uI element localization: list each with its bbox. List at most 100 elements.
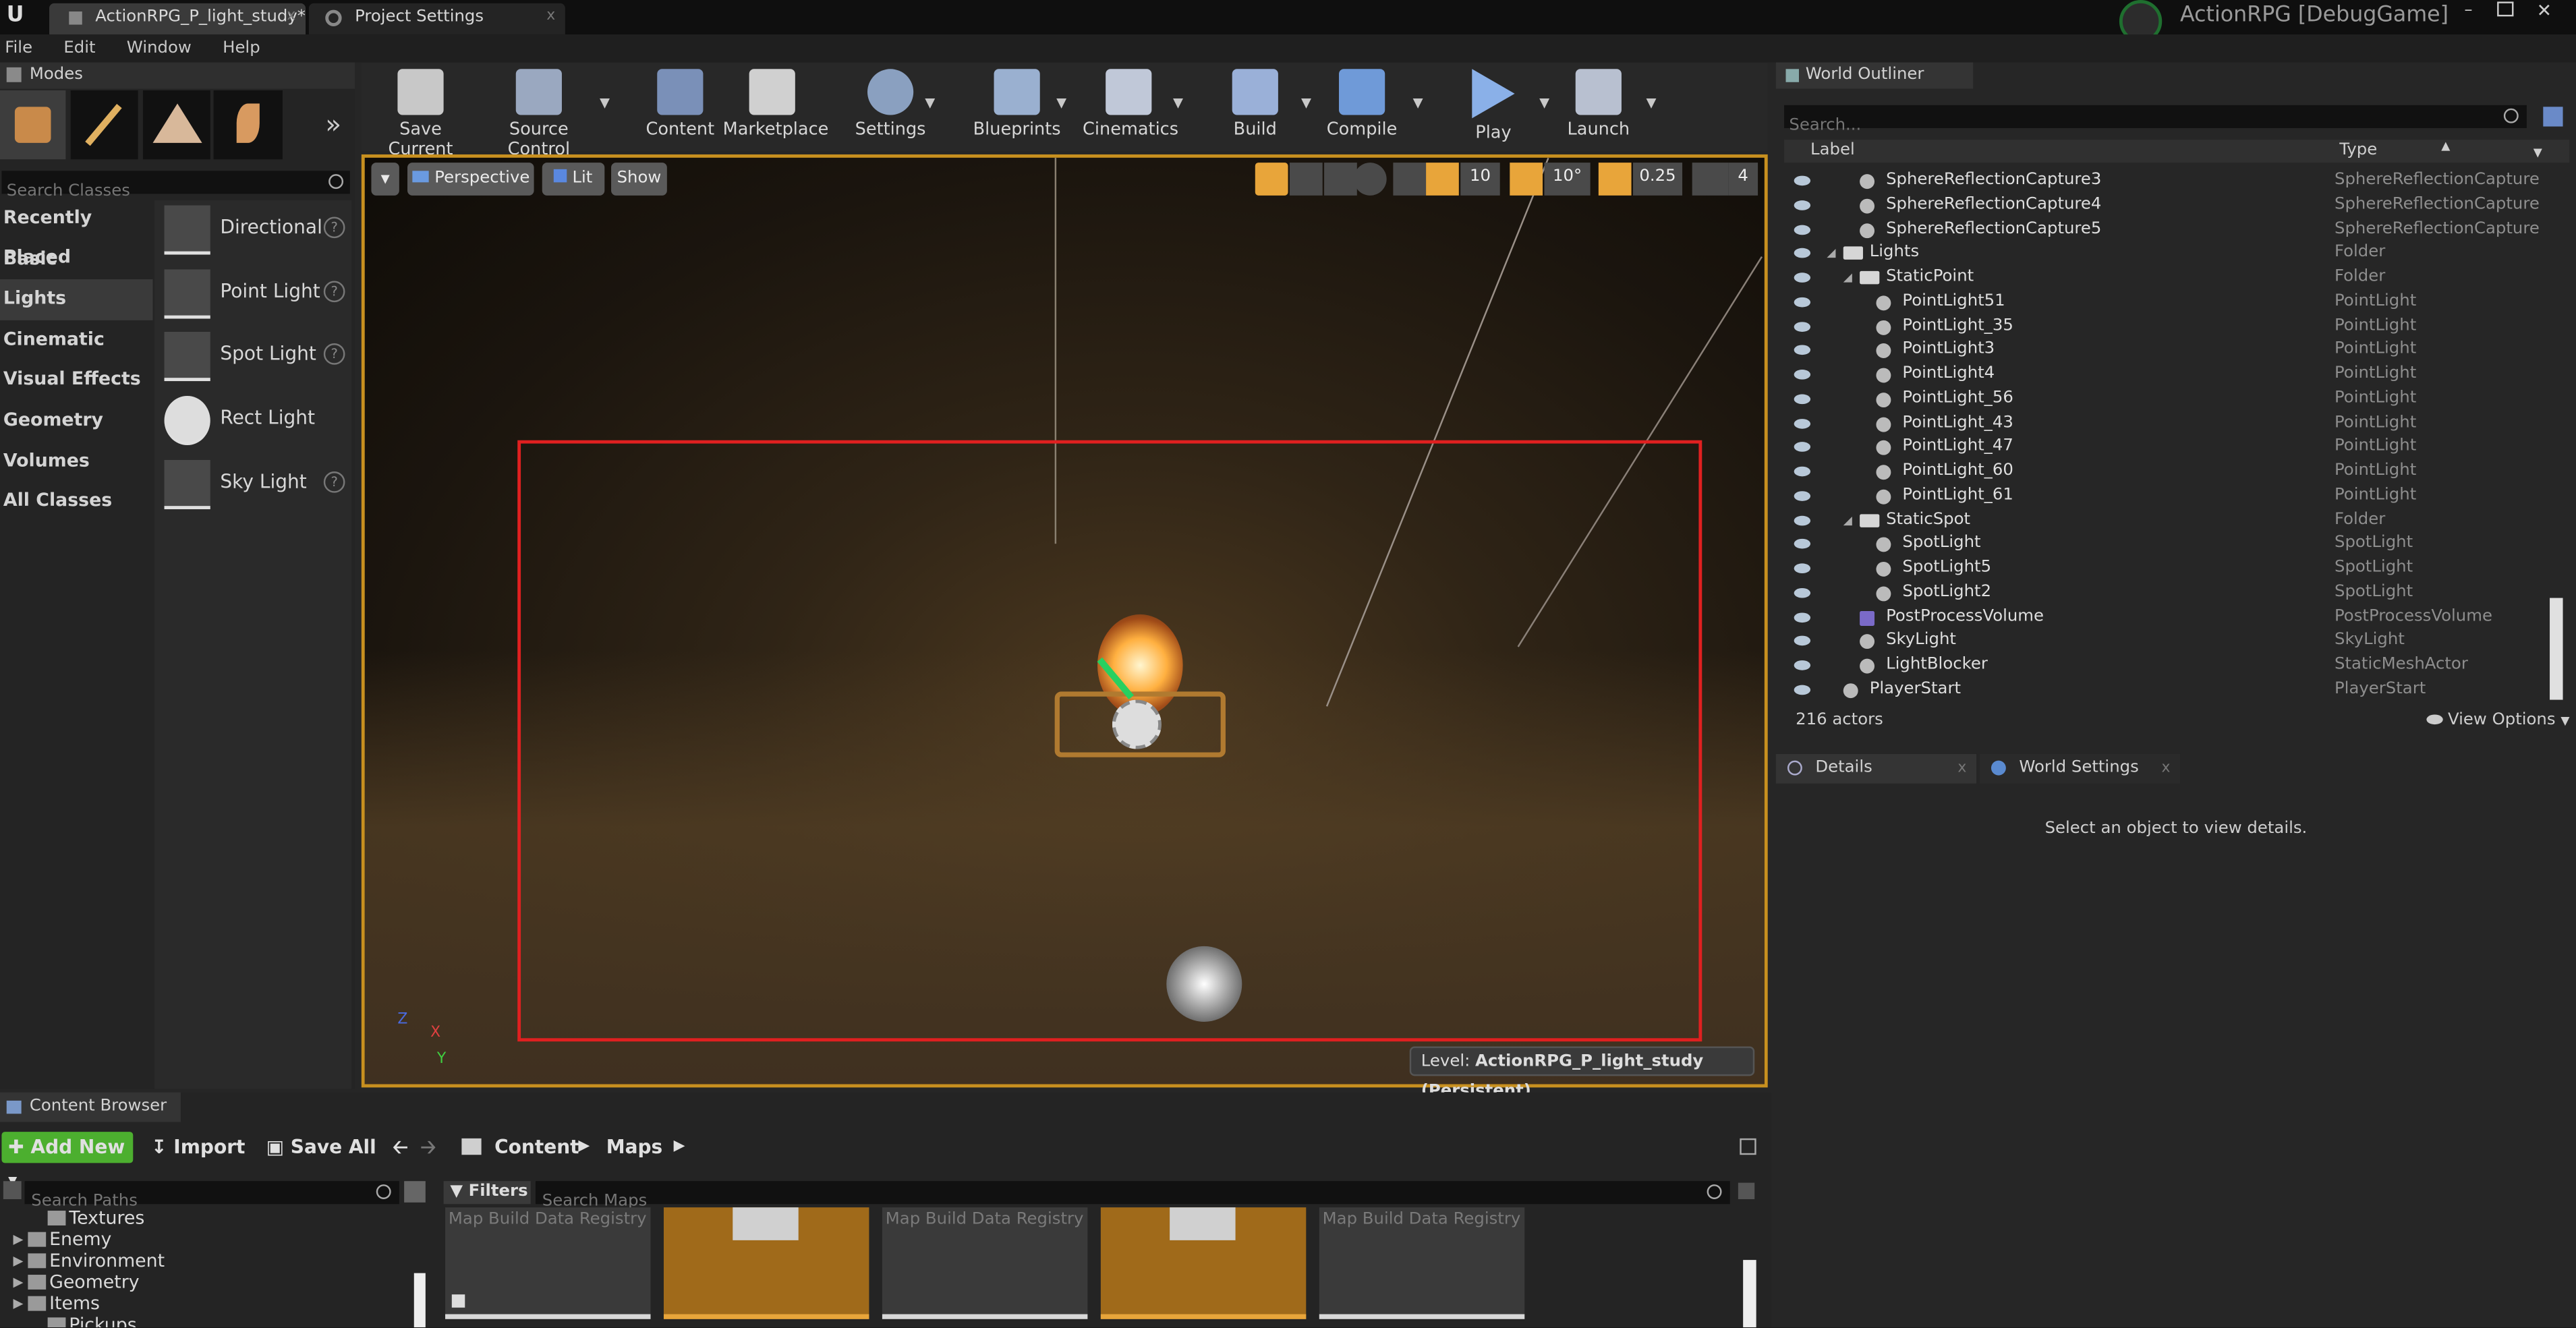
menu-file[interactable]: File (5, 39, 32, 57)
visibility-eye-icon[interactable] (1794, 660, 1811, 670)
content-browser-tab[interactable]: Content Browser (0, 1092, 181, 1122)
expand-arrow-icon[interactable]: ▶ (13, 1271, 23, 1293)
outliner-row[interactable]: PointLight_60 PointLight (1784, 460, 2550, 484)
build-button[interactable]: Build (1219, 65, 1291, 144)
close-icon[interactable]: x (546, 3, 555, 31)
visibility-eye-icon[interactable] (1794, 297, 1811, 307)
outliner-settings-icon[interactable] (2543, 107, 2563, 127)
path-view-options-icon[interactable] (404, 1181, 426, 1203)
surface-snap-icon[interactable] (1393, 163, 1427, 196)
chevron-down-icon[interactable]: ▼ (1413, 95, 1423, 110)
save-search-icon[interactable] (1738, 1182, 1755, 1199)
grid-snap-icon[interactable] (1426, 163, 1459, 196)
visibility-eye-icon[interactable] (1794, 636, 1811, 646)
asset-scrollbar[interactable] (1743, 1260, 1756, 1327)
help-icon[interactable]: ? (323, 280, 345, 302)
path-tree-item[interactable]: ▶ Items (0, 1293, 414, 1315)
camera-speed-value[interactable]: 4 (1728, 163, 1758, 196)
expand-arrow-icon[interactable]: ▶ (13, 1293, 23, 1315)
search-paths-box[interactable] (24, 1181, 399, 1213)
visibility-eye-icon[interactable] (1794, 442, 1811, 453)
chevron-down-icon[interactable]: ▼ (1301, 95, 1311, 110)
viewport-options-button[interactable]: ▼ (371, 163, 399, 196)
close-icon[interactable]: x (2161, 754, 2170, 784)
outliner-row[interactable]: PointLight_56 PointLight (1784, 387, 2550, 411)
tab-project-settings[interactable]: Project Settings x (308, 3, 565, 35)
close-icon[interactable]: x (1957, 754, 1966, 784)
menu-window[interactable]: Window (127, 39, 192, 57)
expand-arrow-icon[interactable]: ▶ (13, 1250, 23, 1271)
visibility-eye-icon[interactable] (1794, 224, 1811, 235)
tab-level[interactable]: ActionRPG_P_light_study* x (49, 3, 306, 35)
scale-snap-value[interactable]: 0.25 (1632, 163, 1683, 196)
mode-foliage-button[interactable] (213, 90, 283, 160)
outliner-row[interactable]: PointLight4 PointLight (1784, 363, 2550, 387)
class-item-sky-light[interactable]: Sky Light? (154, 455, 351, 518)
asset-tile[interactable]: Map Build Data Registry (1319, 1207, 1525, 1319)
history-back-button[interactable]: 🡠 (393, 1132, 408, 1163)
maximize-button[interactable] (2497, 1, 2514, 17)
chevron-down-icon[interactable]: ▼ (600, 95, 610, 110)
world-outliner-tab[interactable]: World Outliner (1775, 62, 1974, 89)
close-icon[interactable]: x (287, 3, 295, 31)
outliner-row[interactable]: PointLight_61 PointLight (1784, 484, 2550, 509)
outliner-row[interactable]: PointLight51 PointLight (1784, 290, 2550, 314)
breadcrumb-maps[interactable]: Maps (606, 1132, 662, 1163)
chevron-down-icon[interactable]: ▼ (1173, 95, 1183, 110)
category-all-classes[interactable]: All Classes (0, 482, 153, 522)
outliner-scrollbar[interactable] (2550, 598, 2563, 700)
cinematics-button[interactable]: Cinematics (1083, 65, 1178, 144)
expand-arrow-icon[interactable]: ▶ (13, 1229, 23, 1250)
import-button[interactable]: ↧ Import (151, 1132, 245, 1163)
outliner-row[interactable]: SpotLight SpotLight (1784, 533, 2550, 557)
mode-paint-button[interactable] (70, 90, 138, 160)
chevron-down-icon[interactable]: ▼ (2534, 141, 2542, 164)
outliner-row[interactable]: LightBlocker StaticMeshActor (1784, 654, 2550, 678)
outliner-row[interactable]: SpotLight2 SpotLight (1784, 581, 2550, 606)
add-new-button[interactable]: ✚ Add New ▼ (1, 1132, 134, 1188)
outliner-row[interactable]: PointLight_47 PointLight (1784, 436, 2550, 460)
save-current-button[interactable]: Save Current (368, 65, 474, 159)
point-light-sprite-icon[interactable] (1112, 699, 1162, 749)
camera-speed-icon[interactable] (1692, 163, 1729, 196)
expand-arrow-icon[interactable]: ◢ (1827, 242, 1835, 266)
rotate-tool-icon[interactable] (1289, 163, 1323, 196)
help-icon[interactable]: ? (323, 343, 345, 366)
path-tree-item[interactable]: ▶ Enemy (0, 1229, 414, 1250)
outliner-search-box[interactable] (1784, 105, 2527, 138)
visibility-eye-icon[interactable] (1794, 345, 1811, 355)
chevron-down-icon[interactable]: ▼ (1056, 95, 1066, 110)
lock-icon[interactable] (1740, 1138, 1756, 1155)
category-lights[interactable]: Lights (0, 279, 153, 320)
sources-toggle-icon[interactable] (3, 1181, 22, 1199)
visibility-eye-icon[interactable] (1794, 563, 1811, 574)
outliner-search-input[interactable] (1784, 114, 2484, 138)
marketplace-button[interactable]: Marketplace (723, 65, 828, 144)
visibility-eye-icon[interactable] (1794, 685, 1811, 695)
path-tree-item[interactable]: ▶ Environment (0, 1250, 414, 1271)
outliner-row[interactable]: ◢ StaticSpot Folder (1784, 509, 2550, 533)
outliner-row[interactable]: SpotLight5 SpotLight (1784, 557, 2550, 581)
outliner-row[interactable]: PointLight3 PointLight (1784, 339, 2550, 363)
asset-tile[interactable]: Map Build Data Registry (882, 1207, 1088, 1319)
mode-place-button[interactable] (0, 90, 66, 160)
outliner-row[interactable]: PostProcessVolume PostProcessVolume (1784, 606, 2550, 630)
visibility-eye-icon[interactable] (1794, 587, 1811, 598)
visibility-eye-icon[interactable] (1794, 466, 1811, 477)
rotation-snap-value[interactable]: 10° (1544, 163, 1591, 196)
visibility-eye-icon[interactable] (1794, 200, 1811, 210)
visibility-eye-icon[interactable] (1794, 272, 1811, 283)
visibility-eye-icon[interactable] (1794, 321, 1811, 331)
scale-snap-icon[interactable] (1598, 163, 1632, 196)
menu-edit[interactable]: Edit (63, 39, 95, 57)
path-tree-item[interactable]: ▶ Geometry (0, 1271, 414, 1293)
class-item-spot-light[interactable]: Spot Light? (154, 328, 351, 391)
show-button[interactable]: Show (611, 163, 667, 196)
mode-landscape-button[interactable] (142, 90, 210, 160)
visibility-eye-icon[interactable] (1794, 490, 1811, 501)
close-window-button[interactable]: ✕ (2537, 0, 2552, 22)
breadcrumb-separator-icon[interactable]: ▶ (578, 1132, 590, 1163)
level-viewport[interactable]: Z X Y (361, 154, 1768, 1088)
visibility-eye-icon[interactable] (1794, 393, 1811, 404)
chevron-down-icon[interactable]: ▼ (1539, 95, 1549, 110)
